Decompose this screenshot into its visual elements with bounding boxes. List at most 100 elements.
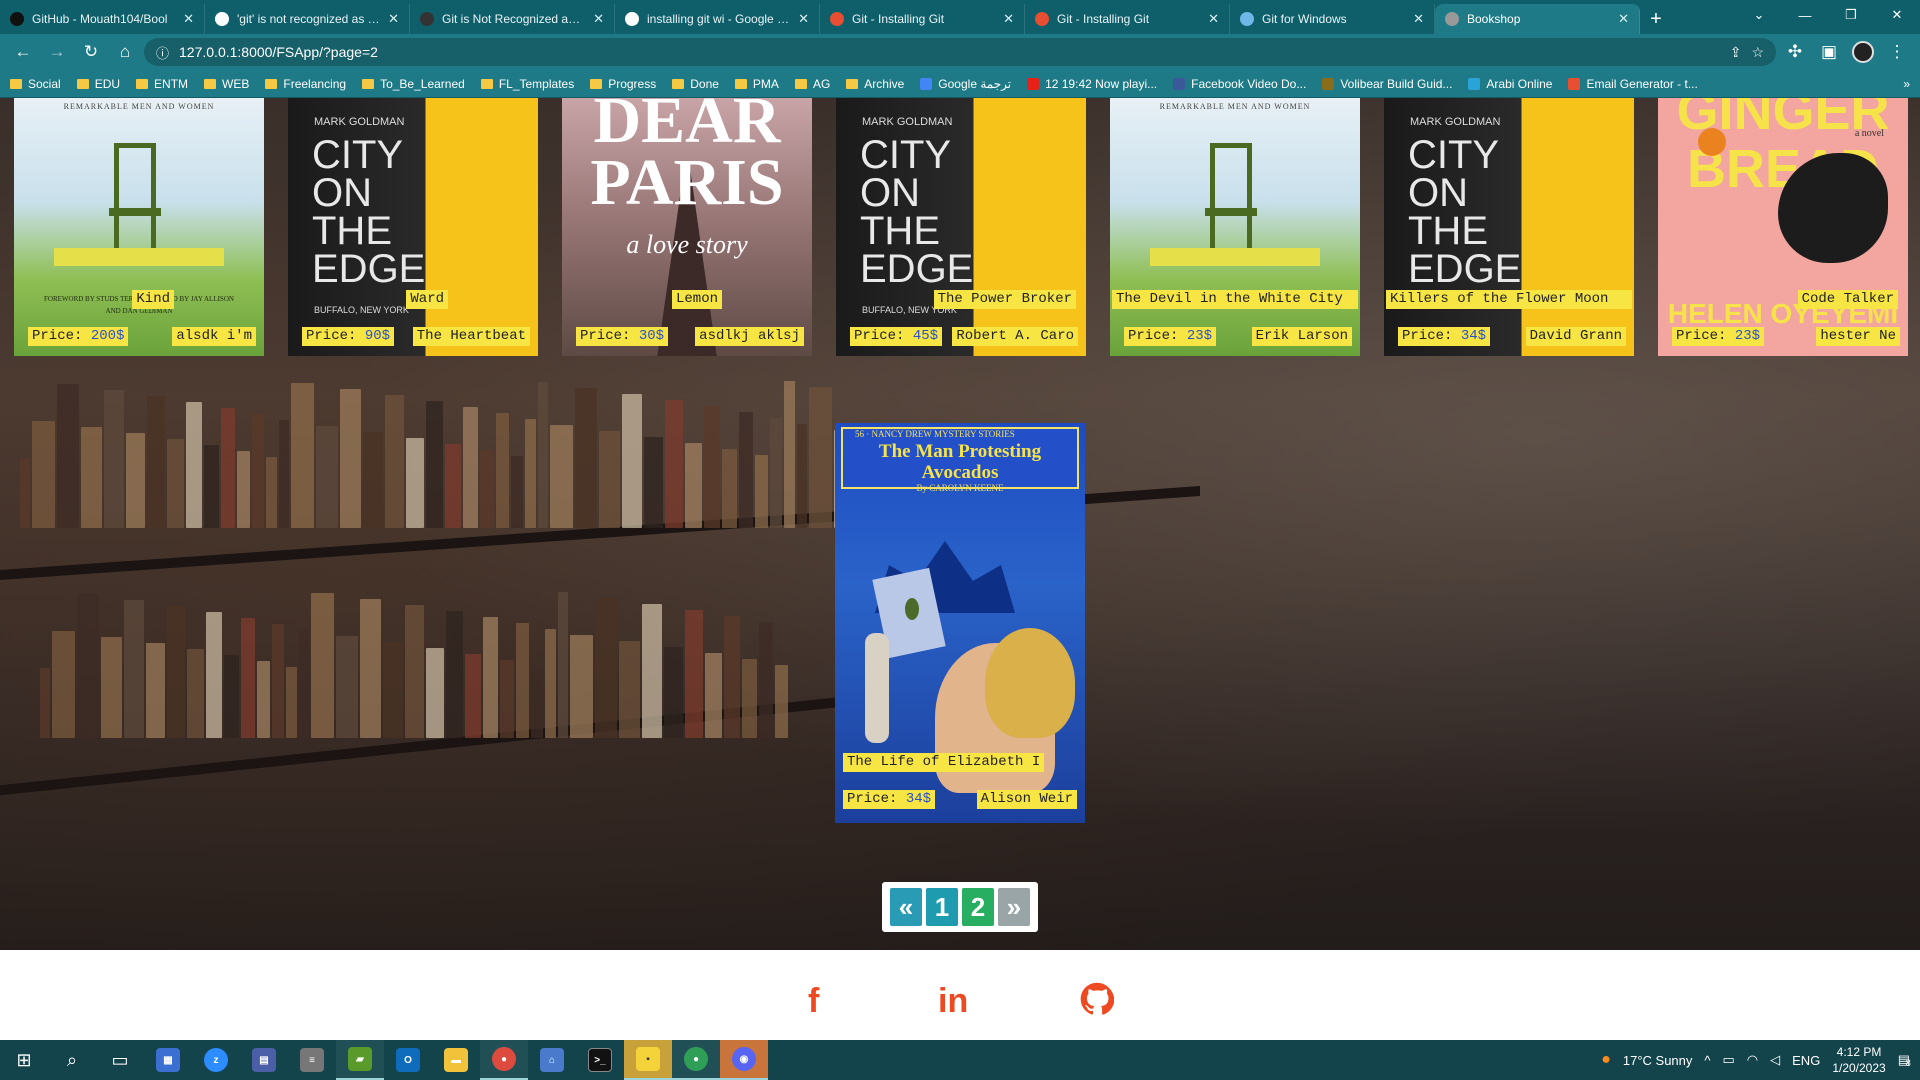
task-view-icon[interactable]: ▭ [96,1040,144,1080]
wifi-icon[interactable]: ◠ [1747,1052,1758,1068]
bookmark-link[interactable]: Google ترجمة [920,77,1011,91]
book-card[interactable]: 56 · NANCY DREW MYSTERY STORIES The Man … [835,423,1085,823]
start-button[interactable]: ⊞ [0,1040,48,1080]
bookmark-folder[interactable]: FL_Templates [480,77,574,91]
bookmark-folder[interactable]: EDU [76,77,120,91]
book-author: alsdk i'm [172,327,256,346]
book-card[interactable]: DEAR PARIS a love story Lemon Price: 30$… [562,98,812,356]
facebook-link[interactable]: f [808,982,819,1021]
file-explorer-icon[interactable]: ▬ [432,1040,480,1080]
bookmark-folder[interactable]: Progress [590,77,656,91]
browser-tab[interactable]: Git is Not Recognized as an ✕ [410,4,615,34]
reload-button[interactable]: ↻ [76,37,106,67]
book-author: Robert A. Caro [952,327,1078,346]
browser-tab[interactable]: 'git' is not recognized as an ✕ [205,4,410,34]
book-card[interactable]: MARK GOLDMAN CITY ON THE EDGE Killers of… [1384,98,1634,356]
browser-tab[interactable]: installing git wi - Google Se ✕ [615,4,820,34]
browser-tab[interactable]: Git - Installing Git ✕ [1025,4,1230,34]
tray-chevron-icon[interactable]: ^ [1704,1053,1710,1068]
chrome-icon[interactable]: ● [480,1040,528,1080]
search-icon[interactable]: ⌕ [48,1040,96,1080]
chrome-profile-icon[interactable]: ● [672,1040,720,1080]
sticky-notes-icon[interactable]: ▪ [624,1040,672,1080]
forward-button[interactable]: → [42,37,72,67]
tab-close-icon[interactable]: ✕ [798,11,809,27]
bookmark-link[interactable]: 12 19:42 Now playi... [1027,77,1157,91]
notifications-icon[interactable]: ▤ 8 [1898,1052,1911,1068]
background-book-spine [363,432,383,528]
tab-close-icon[interactable]: ✕ [1618,11,1629,27]
bookmark-folder[interactable]: Social [10,77,61,91]
tab-close-icon[interactable]: ✕ [593,11,604,27]
app-icon[interactable]: ▦ [144,1040,192,1080]
terminal-icon[interactable]: >_ [576,1040,624,1080]
discord-icon[interactable]: ◉ [720,1040,768,1080]
tab-close-icon[interactable]: ✕ [183,11,194,27]
bookmark-folder[interactable]: PMA [734,77,779,91]
share-icon[interactable]: ⇪ [1730,44,1742,61]
browser-tab[interactable]: GitHub - Mouath104/Bool ✕ [0,4,205,34]
pagination-next-button[interactable]: » [998,888,1030,926]
github-icon [1080,982,1115,1015]
github-link[interactable] [1080,982,1115,1025]
bookmark-star-icon[interactable]: ☆ [1751,44,1764,61]
background-book-spine [340,389,361,528]
browser-tab[interactable]: Git - Installing Git ✕ [820,4,1025,34]
bookmark-folder[interactable]: Freelancing [265,77,346,91]
bookmarks-overflow-icon[interactable]: » [1903,77,1910,91]
back-button[interactable]: ← [8,37,38,67]
book-title: Ward [406,290,448,309]
book-card[interactable]: MARK GOLDMAN CITY ON THE EDGE BUFFALO, N… [288,98,538,356]
tab-close-icon[interactable]: ✕ [1413,11,1424,27]
pagination-page-2[interactable]: 2 [962,888,994,926]
tab-search-icon[interactable]: ⌄ [1736,0,1782,30]
pagination-prev-button[interactable]: « [890,888,922,926]
extensions-icon[interactable]: ✣ [1780,37,1810,67]
book-card[interactable]: MARK GOLDMAN CITY ON THE EDGE BUFFALO, N… [836,98,1086,356]
bookmark-link[interactable]: Facebook Video Do... [1173,77,1306,91]
bookmark-folder[interactable]: AG [794,77,830,91]
outlook-icon[interactable]: O [384,1040,432,1080]
book-card[interactable]: REMARKABLE MEN AND WOMEN FOREWORD BY STU… [14,98,264,356]
weather-text[interactable]: 17°C Sunny [1623,1053,1693,1068]
browser-tab[interactable]: Git for Windows ✕ [1230,4,1435,34]
address-bar[interactable]: ⓘ 127.0.0.1:8000/FSApp/?page=2 ⇪ ☆ [144,38,1776,66]
tab-close-icon[interactable]: ✕ [1003,11,1014,27]
close-window-button[interactable]: ✕ [1874,0,1920,30]
pagination-page-1[interactable]: 1 [926,888,958,926]
battery-icon[interactable]: ▭ [1723,1052,1735,1068]
restore-button[interactable]: ❐ [1828,0,1874,30]
tab-close-icon[interactable]: ✕ [388,11,399,27]
book-title: The Power Broker [933,290,1076,309]
book-card[interactable]: GINGER BREAD a novel HELEN OYEYEMI Code … [1658,98,1908,356]
camtasia-icon[interactable]: ▰ [336,1040,384,1080]
bookmark-folder[interactable]: WEB [204,77,249,91]
bookmark-folder[interactable]: Archive [846,77,904,91]
calculator-icon[interactable]: ▤ [240,1040,288,1080]
language-indicator[interactable]: ENG [1792,1053,1820,1068]
linkedin-link[interactable]: in [938,982,968,1021]
minimize-button[interactable]: — [1782,0,1828,30]
zoom-icon[interactable]: z [192,1040,240,1080]
info-icon[interactable]: ⓘ [156,43,169,62]
profile-avatar[interactable] [1848,37,1878,67]
database-icon[interactable]: ≡ [288,1040,336,1080]
background-book-spine [797,424,807,528]
browser-tab[interactable]: Bookshop ✕ [1435,4,1640,34]
volume-icon[interactable]: ◁ [1770,1052,1780,1068]
side-panel-icon[interactable]: ▣ [1814,37,1844,67]
bookmark-folder[interactable]: ENTM [136,77,188,91]
clock[interactable]: 4:12 PM 1/20/2023 [1832,1044,1885,1076]
bookmark-link[interactable]: Volibear Build Guid... [1322,77,1452,91]
bookmark-link[interactable]: Arabi Online [1468,77,1552,91]
book-card[interactable]: REMARKABLE MEN AND WOMEN The Devil in th… [1110,98,1360,356]
network-app-icon[interactable]: ⌂ [528,1040,576,1080]
menu-kebab-icon[interactable]: ⋮ [1882,37,1912,67]
new-tab-button[interactable]: + [1640,4,1672,34]
bookmark-folder[interactable]: Done [672,77,719,91]
bookmark-link[interactable]: Email Generator - t... [1568,77,1698,91]
tab-close-icon[interactable]: ✕ [1208,11,1219,27]
home-button[interactable]: ⌂ [110,37,140,67]
background-book-spine [385,395,404,528]
bookmark-folder[interactable]: To_Be_Learned [362,77,465,91]
